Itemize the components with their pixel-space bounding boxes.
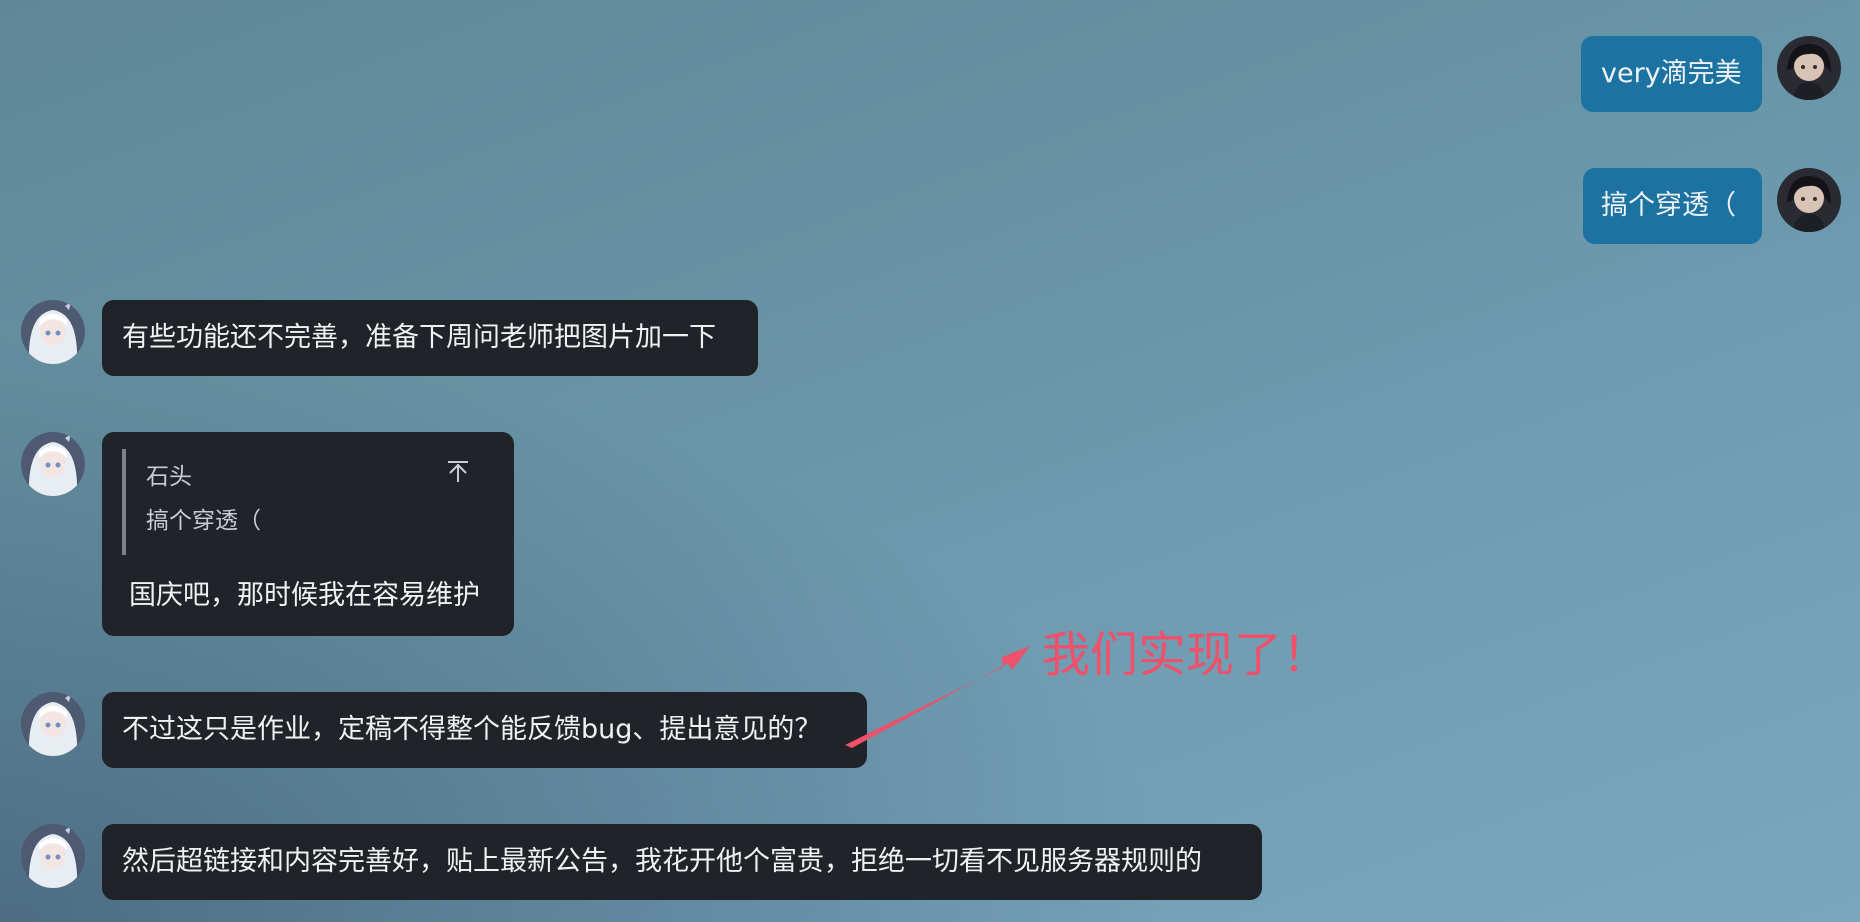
annotation-text: 我们实现了！ bbox=[1042, 627, 1331, 683]
annotation-arrow-icon bbox=[845, 646, 1030, 748]
